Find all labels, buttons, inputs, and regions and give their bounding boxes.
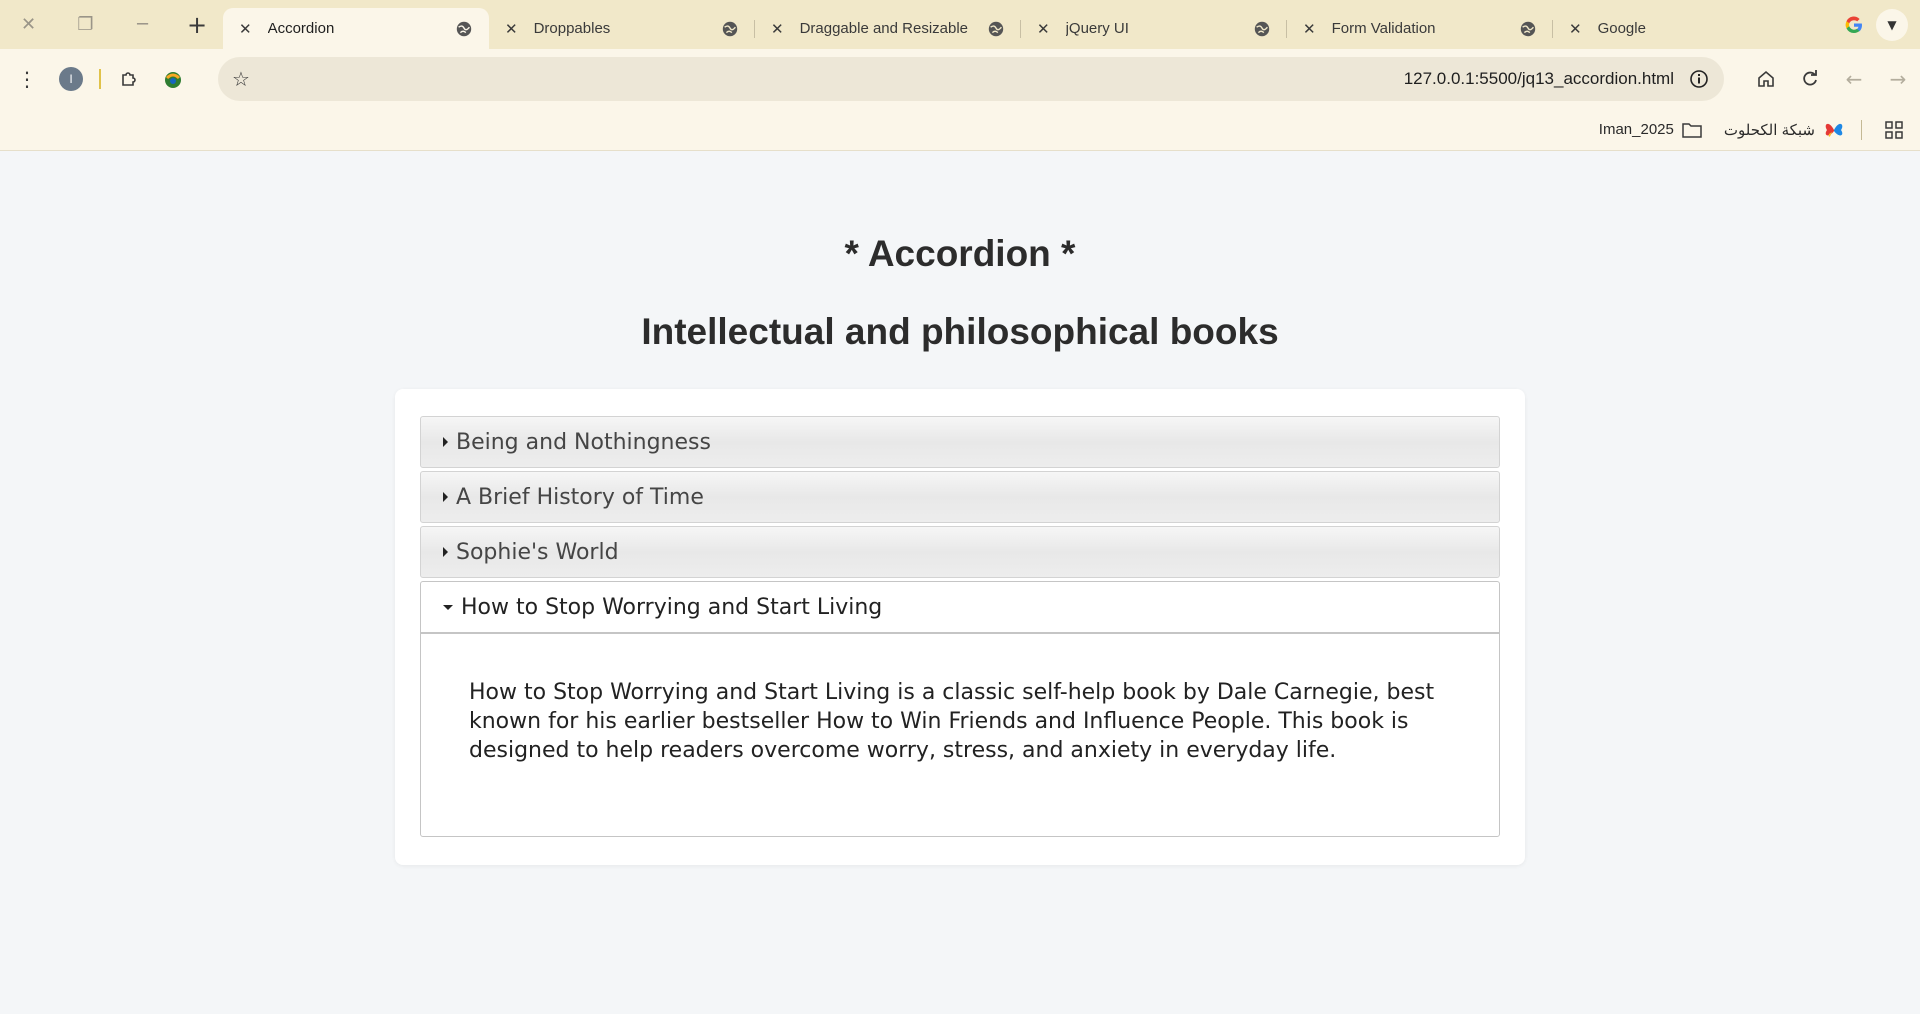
- back-arrow-icon[interactable]: ←: [1832, 57, 1876, 101]
- profile-button[interactable]: I: [49, 57, 93, 101]
- window-restore-icon[interactable]: ❐: [57, 0, 114, 49]
- caret-right-icon: [443, 437, 448, 447]
- tab-title: Form Validation: [1331, 20, 1436, 37]
- toolbar-divider: [99, 69, 101, 89]
- accordion-panel-stop-worrying: How to Stop Worrying and Start Living is…: [420, 633, 1500, 837]
- tab-close-icon[interactable]: ✕: [1569, 20, 1582, 38]
- accordion-header-label: Being and Nothingness: [456, 429, 711, 455]
- accordion-panel-text: How to Stop Worrying and Start Living is…: [469, 680, 1435, 763]
- new-tab-button[interactable]: +: [171, 0, 223, 49]
- nav-buttons: ← →: [1744, 57, 1920, 101]
- tab-google[interactable]: ✕ Google: [1553, 8, 1783, 49]
- puzzle-icon: [122, 72, 136, 86]
- tab-title: Google: [1597, 20, 1646, 37]
- forward-arrow-icon[interactable]: →: [1876, 57, 1920, 101]
- tab-title: Droppables: [533, 20, 611, 37]
- bookmark-star-icon[interactable]: ☆: [232, 67, 250, 91]
- tab-title: Draggable and Resizable: [799, 20, 969, 37]
- tab-close-icon[interactable]: ✕: [1303, 20, 1316, 38]
- globe-icon: [1254, 21, 1270, 36]
- site-info-icon[interactable]: [1688, 68, 1710, 90]
- google-icon: [1845, 15, 1862, 33]
- tab-draggable-resizable[interactable]: ✕ Draggable and Resizable: [755, 8, 1021, 49]
- accordion-header-label: A Brief History of Time: [456, 484, 704, 510]
- tab-title: jQuery UI: [1065, 20, 1129, 37]
- bookmarks-divider: [1861, 119, 1862, 140]
- accordion-header-brief-history[interactable]: A Brief History of Time: [420, 471, 1500, 523]
- butterfly-icon: [1825, 123, 1843, 137]
- tab-close-icon[interactable]: ✕: [505, 20, 518, 38]
- tab-close-icon[interactable]: ✕: [771, 20, 784, 38]
- bookmarks-bar: Iman_2025 شبكة الكحلوت: [0, 109, 1920, 151]
- folder-icon: [1682, 122, 1702, 138]
- bookmark-kahlout[interactable]: شبكة الكحلوت: [1724, 120, 1845, 140]
- globe-icon: [722, 21, 738, 36]
- bookmark-label: Iman_2025: [1598, 121, 1674, 138]
- accordion-card: Being and Nothingness A Brief History of…: [395, 389, 1525, 865]
- caret-right-icon: [443, 492, 448, 502]
- extensions-puzzle-icon[interactable]: [107, 57, 151, 101]
- tab-close-icon[interactable]: ✕: [1037, 20, 1050, 38]
- apps-grid-icon[interactable]: [1884, 120, 1904, 140]
- accordion-header-stop-worrying[interactable]: How to Stop Worrying and Start Living: [420, 581, 1500, 633]
- download-manager-icon: [165, 72, 181, 88]
- accordion-header-label: How to Stop Worrying and Start Living: [461, 594, 883, 620]
- globe-icon: [988, 21, 1004, 36]
- home-icon[interactable]: [1744, 57, 1788, 101]
- globe-icon: [1520, 21, 1536, 36]
- bookmark-label: شبكة الكحلوت: [1723, 121, 1815, 139]
- tab-search-chevron-down-icon[interactable]: ▼: [1876, 8, 1908, 41]
- caret-right-icon: [443, 547, 448, 557]
- tab-close-icon[interactable]: ✕: [239, 20, 252, 38]
- tab-strip-right: ▼: [1844, 8, 1920, 41]
- browser-toolbar: ⋮ I ☆ 127.0.0.1:5500/jq13_accordion.html…: [0, 49, 1920, 109]
- tab-strip: ✕ ❐ ─ + ✕ Accordion ✕ Droppables ✕ Dragg…: [0, 0, 1920, 49]
- address-bar[interactable]: ☆ 127.0.0.1:5500/jq13_accordion.html: [218, 57, 1724, 101]
- caret-down-icon: [443, 604, 453, 610]
- idm-extension-icon[interactable]: [151, 57, 195, 101]
- window-minimize-icon[interactable]: ─: [114, 0, 171, 49]
- window-close-icon[interactable]: ✕: [0, 0, 57, 49]
- url-text[interactable]: 127.0.0.1:5500/jq13_accordion.html: [1404, 69, 1674, 89]
- tab-form-validation[interactable]: ✕ Form Validation: [1287, 8, 1553, 49]
- accordion-header-being-nothingness[interactable]: Being and Nothingness: [420, 416, 1500, 468]
- accordion-header-label: Sophie's World: [456, 539, 619, 565]
- reload-icon[interactable]: [1788, 57, 1832, 101]
- tab-title: Accordion: [267, 20, 335, 37]
- menu-kebab-icon[interactable]: ⋮: [5, 57, 49, 101]
- page-content: * Accordion * Intellectual and philosoph…: [0, 151, 1920, 1014]
- tab-droppables[interactable]: ✕ Droppables: [489, 8, 755, 49]
- globe-icon: [456, 21, 472, 36]
- page-title: * Accordion *: [844, 233, 1076, 274]
- avatar: I: [59, 67, 83, 91]
- accordion-header-sophies-world[interactable]: Sophie's World: [420, 526, 1500, 578]
- accordion: Being and Nothingness A Brief History of…: [420, 416, 1500, 837]
- bookmark-folder-iman[interactable]: Iman_2025: [1599, 121, 1702, 138]
- tab-accordion[interactable]: ✕ Accordion: [223, 8, 489, 49]
- page-subtitle: Intellectual and philosophical books: [641, 311, 1279, 352]
- tab-jquery-ui[interactable]: ✕ jQuery UI: [1021, 8, 1287, 49]
